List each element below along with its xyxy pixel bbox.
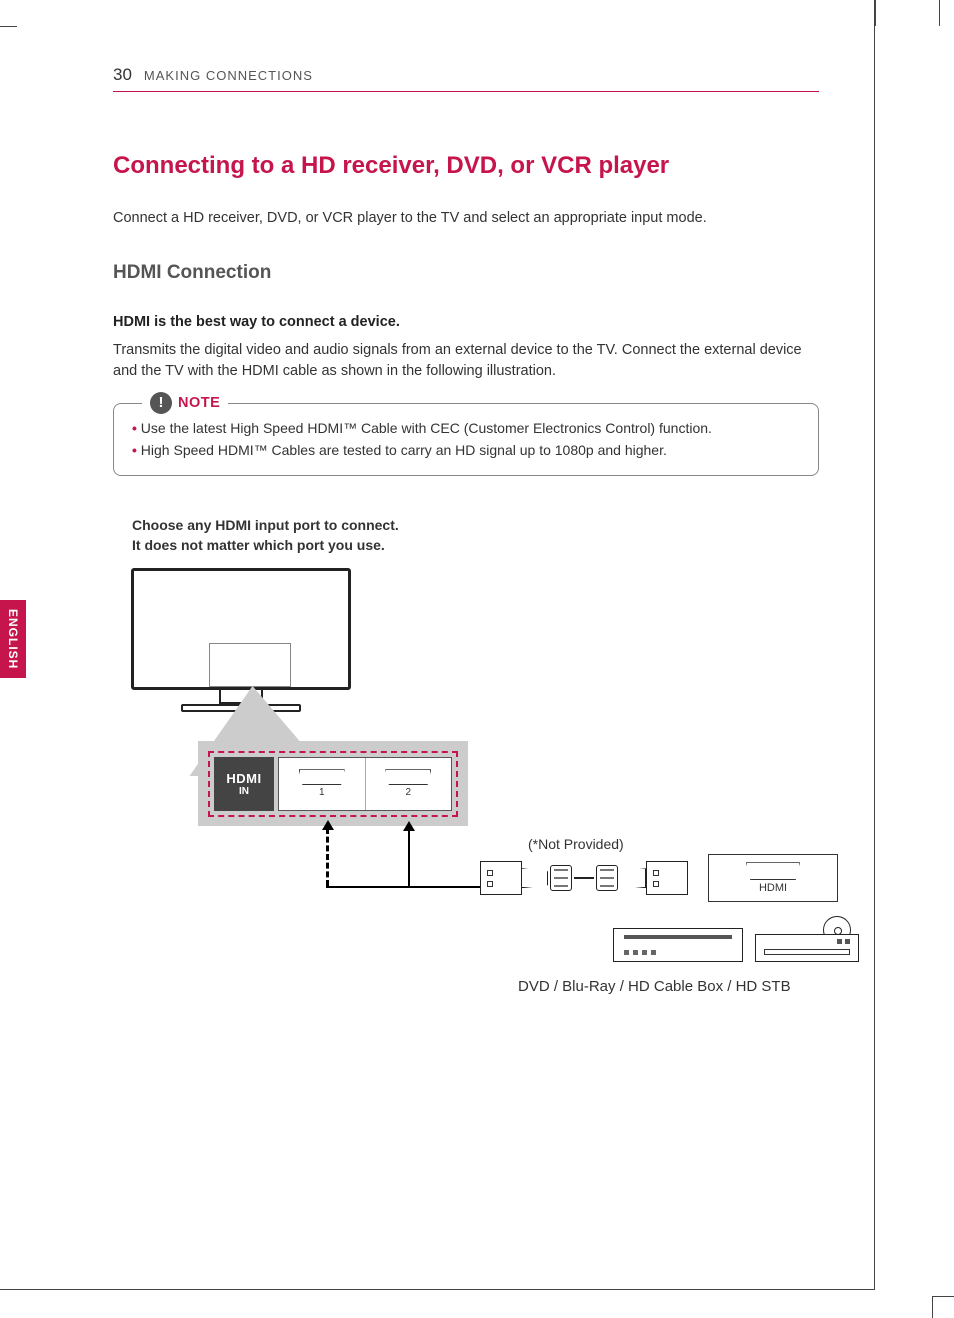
- source-devices: [613, 928, 859, 962]
- note-item: Use the latest High Speed HDMI™ Cable wi…: [132, 418, 800, 440]
- cable-ferrite: [596, 865, 618, 891]
- cable-shaft: [522, 868, 548, 888]
- cable-ferrite: [550, 865, 572, 891]
- tv-screen: [131, 568, 351, 690]
- cable-plug-icon: [646, 861, 688, 895]
- content: Connecting to a HD receiver, DVD, or VCR…: [0, 152, 874, 1036]
- hdmi-port-1: 1: [279, 758, 366, 810]
- page-number: 30: [113, 65, 132, 85]
- hdmi-panel-inner: HDMI IN 1 2: [208, 751, 458, 817]
- hdmi-logo-icon: HDMI: [226, 771, 261, 786]
- hdmi-in-text: IN: [239, 786, 249, 797]
- hdmi-output-port: HDMI: [708, 854, 838, 902]
- connection-diagram: Choose any HDMI input port to connect. I…: [113, 516, 819, 1036]
- hdmi-port-2: 2: [366, 758, 452, 810]
- hdmi-ports: 1 2: [278, 757, 452, 811]
- cable-plug-icon: [480, 861, 522, 895]
- body-text: Transmits the digital video and audio si…: [113, 340, 819, 381]
- hdmi-in-label: HDMI IN: [214, 757, 274, 811]
- arrow-solid: [408, 829, 410, 887]
- section-title: Connecting to a HD receiver, DVD, or VCR…: [113, 152, 819, 180]
- arrow-connector: [326, 886, 498, 888]
- caption-line: It does not matter which port you use.: [132, 536, 399, 556]
- hdmi-slot-icon: [299, 769, 345, 785]
- emphasis-line: HDMI is the best way to connect a device…: [113, 314, 819, 330]
- note-item: High Speed HDMI™ Cables are tested to ca…: [132, 440, 800, 462]
- hdmi-out-label: HDMI: [759, 882, 787, 894]
- not-provided-label: (*Not Provided): [528, 836, 624, 852]
- port-number: 2: [405, 787, 411, 798]
- dvd-player-icon: [755, 934, 859, 962]
- caption-line: Choose any HDMI input port to connect.: [132, 516, 399, 536]
- diagram-caption: Choose any HDMI input port to connect. I…: [132, 516, 399, 555]
- page: ENGLISH 30 MAKING CONNECTIONS Connecting…: [0, 0, 875, 1290]
- crop-corner: [932, 1296, 954, 1318]
- cable-box-icon: [613, 928, 743, 962]
- note-label: NOTE: [178, 395, 220, 411]
- port-number: 1: [319, 787, 325, 798]
- subheading: HDMI Connection: [113, 262, 819, 284]
- arrow-dashed: [326, 828, 329, 886]
- note-header: ! NOTE: [142, 392, 228, 414]
- language-tab: ENGLISH: [0, 600, 26, 678]
- hdmi-cable: [480, 861, 688, 895]
- intro-text: Connect a HD receiver, DVD, or VCR playe…: [113, 208, 819, 228]
- crop-mark: [875, 0, 876, 26]
- hdmi-slot-icon: [385, 769, 431, 785]
- devices-label: DVD / Blu-Ray / HD Cable Box / HD STB: [518, 978, 791, 995]
- crop-mark: [939, 0, 940, 26]
- hdmi-slot-icon: [746, 862, 800, 880]
- exclamation-icon: !: [150, 392, 172, 414]
- note-box: ! NOTE Use the latest High Speed HDMI™ C…: [113, 403, 819, 476]
- cable-shaft: [620, 868, 646, 888]
- cable-wire: [574, 877, 594, 879]
- page-header: 30 MAKING CONNECTIONS: [0, 65, 874, 92]
- hdmi-input-panel: HDMI IN 1 2: [198, 741, 468, 826]
- header-section: MAKING CONNECTIONS: [144, 68, 313, 83]
